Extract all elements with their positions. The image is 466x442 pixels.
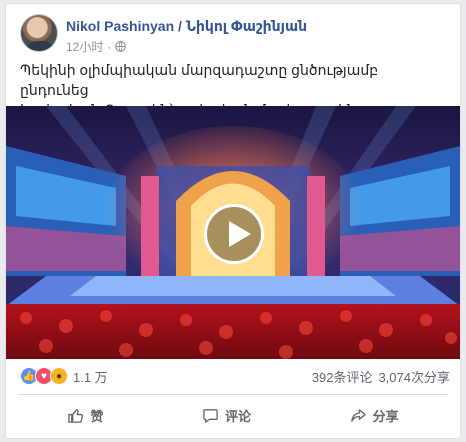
action-bar: 赞 评论 分享	[18, 397, 448, 433]
post-meta: 12小时 ·	[66, 38, 127, 55]
post-header: Nikol Pashinyan / Նիկոլ Փաշինյան 12小时 ·	[20, 14, 450, 58]
post-card: Nikol Pashinyan / Նիկոլ Փաշինյան 12小时 · …	[5, 3, 461, 439]
reaction-count[interactable]: 1.1 万	[73, 367, 108, 386]
like-button[interactable]: 赞	[55, 400, 115, 431]
author-name[interactable]: Nikol Pashinyan / Նիկոլ Փաշինյան	[66, 18, 307, 35]
divider	[18, 394, 448, 395]
meta-separator: ·	[107, 39, 112, 54]
video-player[interactable]	[6, 106, 460, 359]
author-avatar[interactable]	[20, 14, 58, 52]
globe-icon[interactable]	[115, 41, 127, 52]
wow-icon: ●	[50, 367, 68, 385]
comment-button[interactable]: 评论	[190, 400, 263, 431]
reactions-summary[interactable]: 👍 ♥ ● 1.1 万	[20, 367, 108, 386]
comment-count[interactable]: 392条评论	[312, 367, 373, 386]
comment-label: 评论	[224, 408, 251, 424]
comment-icon	[203, 408, 218, 423]
like-label: 赞	[90, 408, 104, 424]
post-stats: 👍 ♥ ● 1.1 万 392条评论 3,074次分享	[20, 366, 450, 386]
thumbs-up-icon	[68, 408, 84, 423]
share-button[interactable]: 分享	[338, 400, 411, 431]
post-timestamp[interactable]: 12小时	[66, 38, 103, 55]
play-icon[interactable]	[204, 204, 264, 264]
share-label: 分享	[372, 408, 399, 424]
share-icon	[350, 408, 366, 422]
share-count[interactable]: 3,074次分享	[378, 367, 450, 386]
